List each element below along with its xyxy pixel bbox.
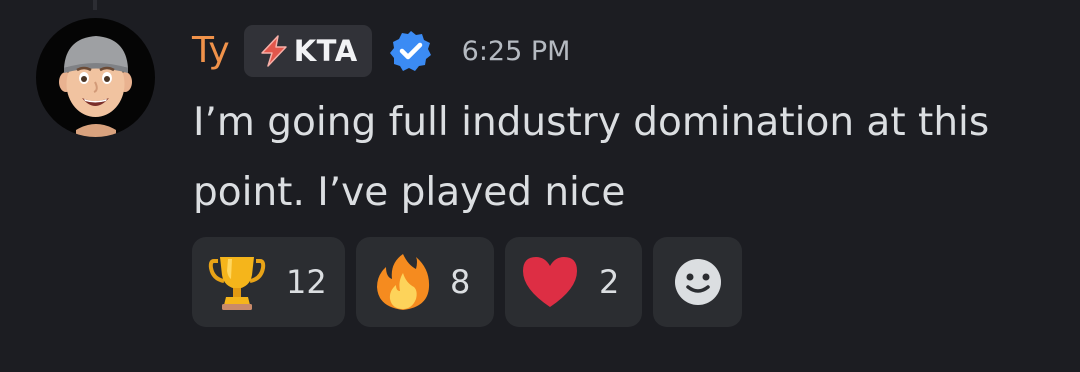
add-reaction-smiley-icon [674, 259, 721, 305]
add-reaction-button[interactable] [653, 237, 742, 327]
clan-tag-label: KTA [293, 34, 358, 68]
heart-icon [523, 257, 577, 307]
reaction-trophy[interactable]: 12 [192, 237, 345, 327]
reaction-count: 8 [450, 263, 471, 301]
message-text: I’m going full industry domination at th… [193, 100, 990, 215]
reaction-heart[interactable]: 2 [505, 237, 642, 327]
reaction-count: 12 [286, 263, 327, 301]
memoji-avatar-icon [59, 36, 132, 137]
reaction-fire[interactable]: 8 [356, 237, 494, 327]
reply-thread-line [93, 0, 97, 10]
reaction-count: 2 [599, 263, 620, 301]
trophy-icon [208, 257, 266, 310]
message-header: Ty KTA 6:25 PM [192, 22, 570, 80]
reactions-bar: 12 8 2 [192, 237, 753, 327]
timestamp: 6:25 PM [461, 35, 571, 67]
clan-tag[interactable]: KTA [243, 25, 372, 77]
username[interactable]: Ty [192, 33, 230, 69]
verified-check-icon [388, 28, 434, 74]
fire-icon [377, 254, 430, 310]
avatar[interactable] [36, 18, 155, 137]
lightning-bolt-icon [260, 35, 287, 67]
